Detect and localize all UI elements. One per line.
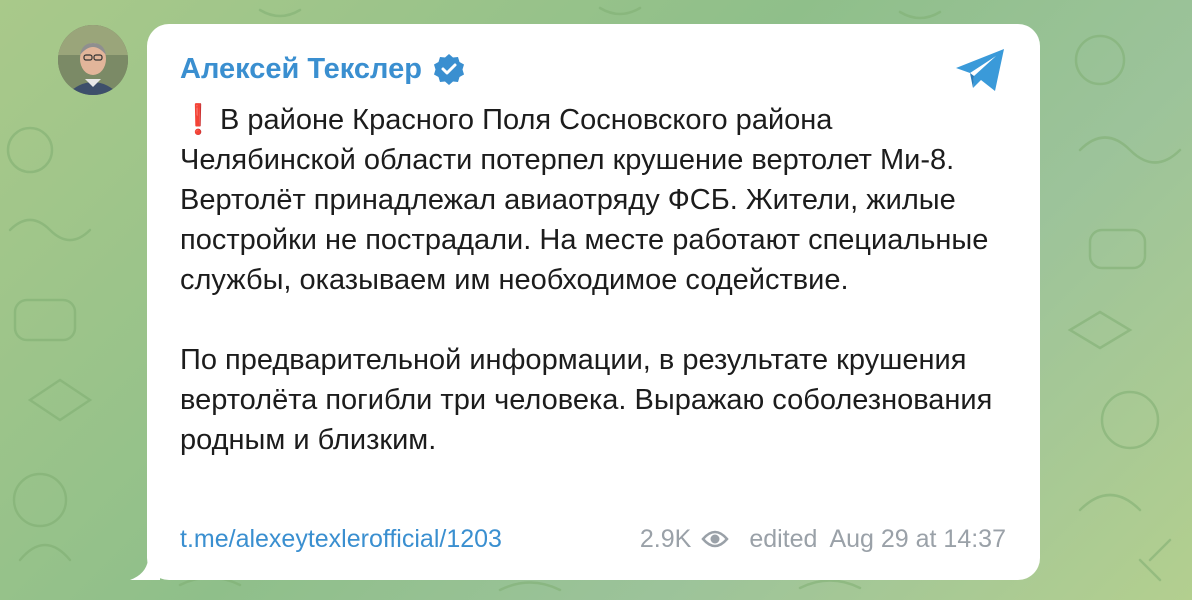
avatar[interactable] [58,25,128,95]
view-count-value: 2.9K [639,524,692,553]
exclamation-icon: ❗ [180,104,217,136]
telegram-icon[interactable] [954,46,1008,94]
message-footer: t.me/alexeytexlerofficial/1203 2.9K edit… [180,521,1006,557]
paragraph-1-text: В районе Красного Поля Сосновского район… [180,104,989,296]
verified-badge-icon [433,54,464,85]
eye-icon [701,530,729,548]
view-count: 2.9K [640,525,729,554]
message-paragraph-2: По предварительной информации, в результ… [180,344,993,456]
message-paragraph-1: ❗ В районе Красного Поля Сосновского райо… [180,100,1010,300]
post-date: Aug 29 at 14:37 [829,524,1006,553]
post-author[interactable]: Алексей Текслер [180,52,466,86]
post-link[interactable]: t.me/alexeytexlerofficial/1203 [180,525,502,554]
edited-label: edited [749,524,818,553]
author-name[interactable]: Алексей Текслер [180,53,422,86]
message-bubble: Алексей Текслер ❗ В районе Красного Поля … [147,24,1040,580]
message-text: ❗ В районе Красного Поля Сосновского райо… [180,100,1010,460]
avatar-portrait-icon [58,25,128,95]
